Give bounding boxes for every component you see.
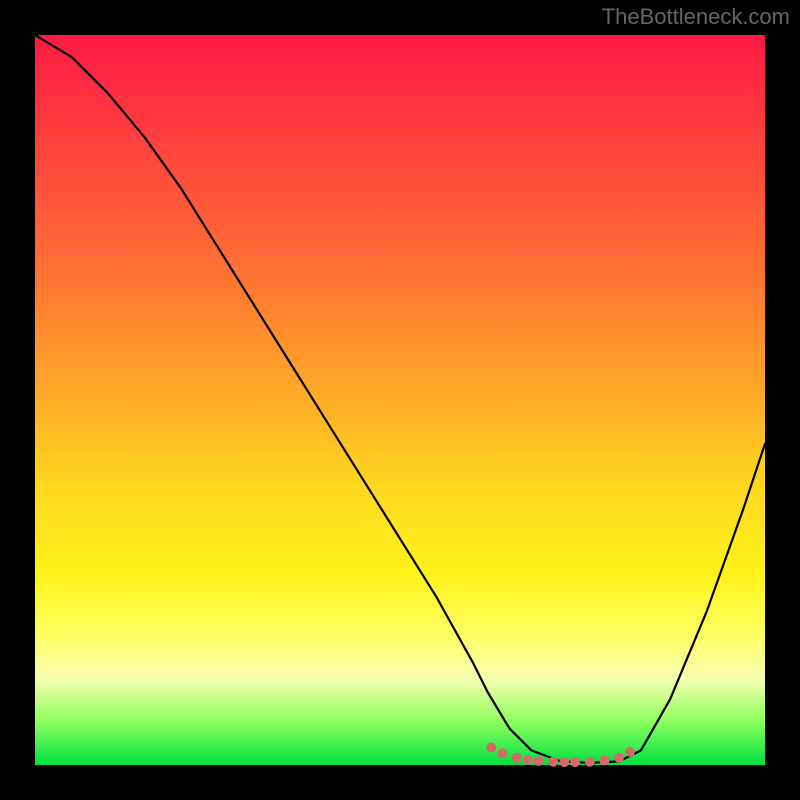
curve-svg — [35, 35, 765, 765]
highlight-dot — [523, 755, 533, 765]
watermark-text: TheBottleneck.com — [602, 4, 790, 30]
bottleneck-curve — [35, 35, 765, 763]
highlight-dot — [548, 757, 558, 767]
highlight-dots — [486, 742, 635, 767]
highlight-dot — [599, 756, 609, 766]
highlight-dot — [585, 757, 595, 767]
chart-container: TheBottleneck.com — [0, 0, 800, 800]
plot-area — [35, 35, 765, 765]
highlight-dot — [534, 756, 544, 766]
highlight-dot — [486, 742, 496, 752]
highlight-dot — [570, 757, 580, 767]
highlight-dot — [559, 757, 569, 767]
highlight-dot — [614, 753, 624, 763]
highlight-dot — [625, 747, 635, 757]
highlight-dot — [497, 748, 507, 758]
highlight-dot — [512, 753, 522, 763]
